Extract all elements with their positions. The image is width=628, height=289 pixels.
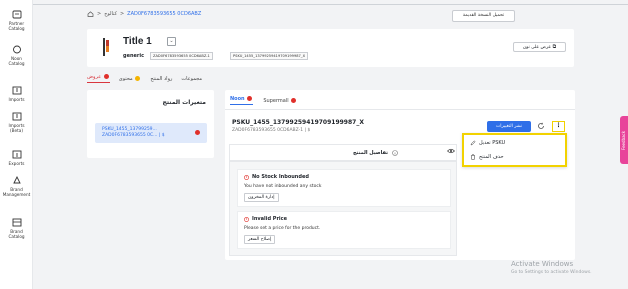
error-dot-icon (247, 96, 253, 101)
info-icon (392, 150, 398, 156)
chevron-down-icon[interactable]: ⌄ (167, 37, 176, 46)
nav-label: Exports (8, 161, 25, 166)
offer-subtabs: Noon Supermall (230, 96, 297, 105)
product-brand: generic (123, 53, 145, 59)
product-details-title: تفاصيل المنتج (352, 150, 388, 156)
alert-body: You have not inbounded any stock (244, 184, 322, 189)
tab-content[interactable]: محتوى (118, 75, 142, 82)
alert-title: No Stock Inbounded (252, 174, 309, 180)
variant-card[interactable]: PSKU_1455_13799259... ZAD0F6783593655 0C… (95, 123, 207, 143)
nav-label: Catalog (8, 234, 25, 239)
tab-content-label: محتوى (118, 75, 133, 82)
manage-stock-button[interactable]: إدارة المخزون (244, 193, 279, 202)
product-thumbnail (103, 38, 109, 56)
refresh-icon[interactable] (537, 122, 545, 130)
tab-noon[interactable]: Noon (230, 96, 254, 105)
partner-catalog-icon (12, 10, 21, 19)
offer-psku: PSKU_1455_13799259419709199987_X (232, 119, 364, 126)
trash-icon (470, 154, 476, 160)
external-link-icon: ⧉ (552, 44, 557, 50)
menu-item-delete-product[interactable]: حذف المنتج (470, 154, 504, 160)
alert-invalid-price: Invalid Price Please set a price for the… (237, 211, 451, 249)
menu-item-label: تعديل PSKU (479, 140, 506, 146)
options-menu: تعديل PSKU حذف المنتج (462, 133, 567, 167)
divider (225, 109, 575, 110)
nav-exports[interactable]: Exports (0, 150, 33, 166)
activate-windows-watermark: Activate Windows (511, 260, 574, 268)
error-dot-icon (291, 97, 297, 103)
nav-partner-catalog[interactable]: Partner Catalog (0, 10, 33, 31)
brand-management-icon (12, 176, 21, 184)
offer-psku-sub: ZAD0F6783593655 0CD6ABZ-1 | $ (232, 128, 311, 133)
show-on-noon-label: عرض على نون (522, 45, 552, 50)
feedback-side-tab[interactable]: Feedback (620, 116, 628, 164)
sku-chip: ZAD0F6783593655 0CD6ABZ-1 (150, 52, 213, 60)
tab-offers[interactable]: عروض (87, 74, 110, 83)
tab-groups[interactable]: مجموعات (181, 76, 202, 82)
breadcrumb-catalog[interactable]: كتالوج (104, 11, 117, 17)
show-on-noon-button[interactable]: عرض على نون ⧉ (513, 42, 566, 52)
activate-windows-hint: Go to Settings to activate Windows. (511, 270, 592, 275)
product-header: Title 1 ⌄ generic ZAD0F6783593655 0CD6AB… (87, 29, 574, 67)
nav-label: Imports (8, 97, 25, 102)
eye-icon[interactable] (447, 148, 455, 154)
breadcrumb-sep: > (119, 11, 125, 17)
psku-chip: PSKU_1455_13799259419709199987_X (230, 52, 309, 60)
variants-panel: متغيرات المنتج PSKU_1455_13799259... ZAD… (87, 90, 214, 158)
breadcrumb: > كتالوج > ZAD0F6783593655 0CD6ABZ (87, 11, 201, 17)
tab-noon-label: Noon (230, 96, 245, 102)
breadcrumb-sep: > (97, 11, 102, 17)
tab-supermall-label: Supermall (263, 97, 289, 104)
error-dot-icon (195, 130, 200, 135)
nav-label: (Beta) (10, 128, 23, 133)
noon-catalog-icon (12, 45, 21, 54)
nav-imports-beta[interactable]: Imports (Beta) (0, 112, 33, 133)
nav-label: Management (2, 192, 31, 197)
product-details-header[interactable]: تفاصيل المنتج (229, 144, 457, 161)
pencil-icon (470, 140, 476, 146)
exports-icon (12, 150, 21, 159)
tab-product-hub[interactable]: رواد المنتج (150, 76, 172, 82)
top-divider (33, 4, 628, 5)
menu-item-edit-psku[interactable]: تعديل PSKU (470, 140, 505, 146)
nav-brand-management[interactable]: Brand Management (0, 176, 33, 197)
nav-noon-catalog[interactable]: Noon Catalog (0, 45, 33, 66)
nav-brand-catalog[interactable]: Brand Catalog (0, 218, 33, 239)
product-title: Title 1 (123, 36, 152, 47)
nav-imports[interactable]: Imports (0, 86, 33, 102)
error-dot-icon (103, 74, 109, 79)
home-icon[interactable] (87, 11, 94, 17)
alert-no-stock: No Stock Inbounded You have not inbounde… (237, 169, 451, 207)
nav-label: Catalog (8, 61, 25, 66)
legacy-version-button[interactable]: تحميل النسخة القديمة (452, 10, 515, 22)
feedback-label: Feedback (621, 130, 626, 150)
fix-price-button[interactable]: إصلاح السعر (244, 235, 276, 244)
offers-panel: Noon Supermall PSKU_1455_137992594197091… (225, 90, 575, 260)
variant-sku: ZAD0F6783593655 0C... | $ (102, 133, 165, 138)
imports-beta-icon (12, 112, 21, 121)
product-tabs: عروض محتوى رواد المنتج مجموعات (87, 74, 202, 83)
tab-offers-label: عروض (87, 74, 102, 80)
alert-title: Invalid Price (252, 216, 287, 222)
tab-supermall[interactable]: Supermall (263, 97, 297, 104)
more-options-button[interactable]: ⋮ (552, 121, 565, 132)
imports-icon (12, 86, 21, 95)
nav-label: Catalog (8, 26, 25, 31)
alert-circle-icon (244, 174, 249, 180)
variants-heading: متغيرات المنتج (162, 99, 206, 106)
warning-dot-icon (135, 75, 141, 81)
left-nav: Partner Catalog Noon Catalog Imports Imp… (0, 0, 33, 289)
variant-psku: PSKU_1455_13799259... (102, 127, 157, 132)
breadcrumb-current: ZAD0F6783593655 0CD6ABZ (127, 11, 202, 17)
alert-body: Please set a price for the product. (244, 226, 321, 231)
brand-catalog-icon (12, 218, 21, 227)
publish-changes-button[interactable]: نشر التغييرات (487, 121, 531, 132)
alert-circle-icon (244, 216, 249, 222)
menu-item-label: حذف المنتج (479, 154, 504, 160)
product-details-body: No Stock Inbounded You have not inbounde… (229, 161, 457, 256)
